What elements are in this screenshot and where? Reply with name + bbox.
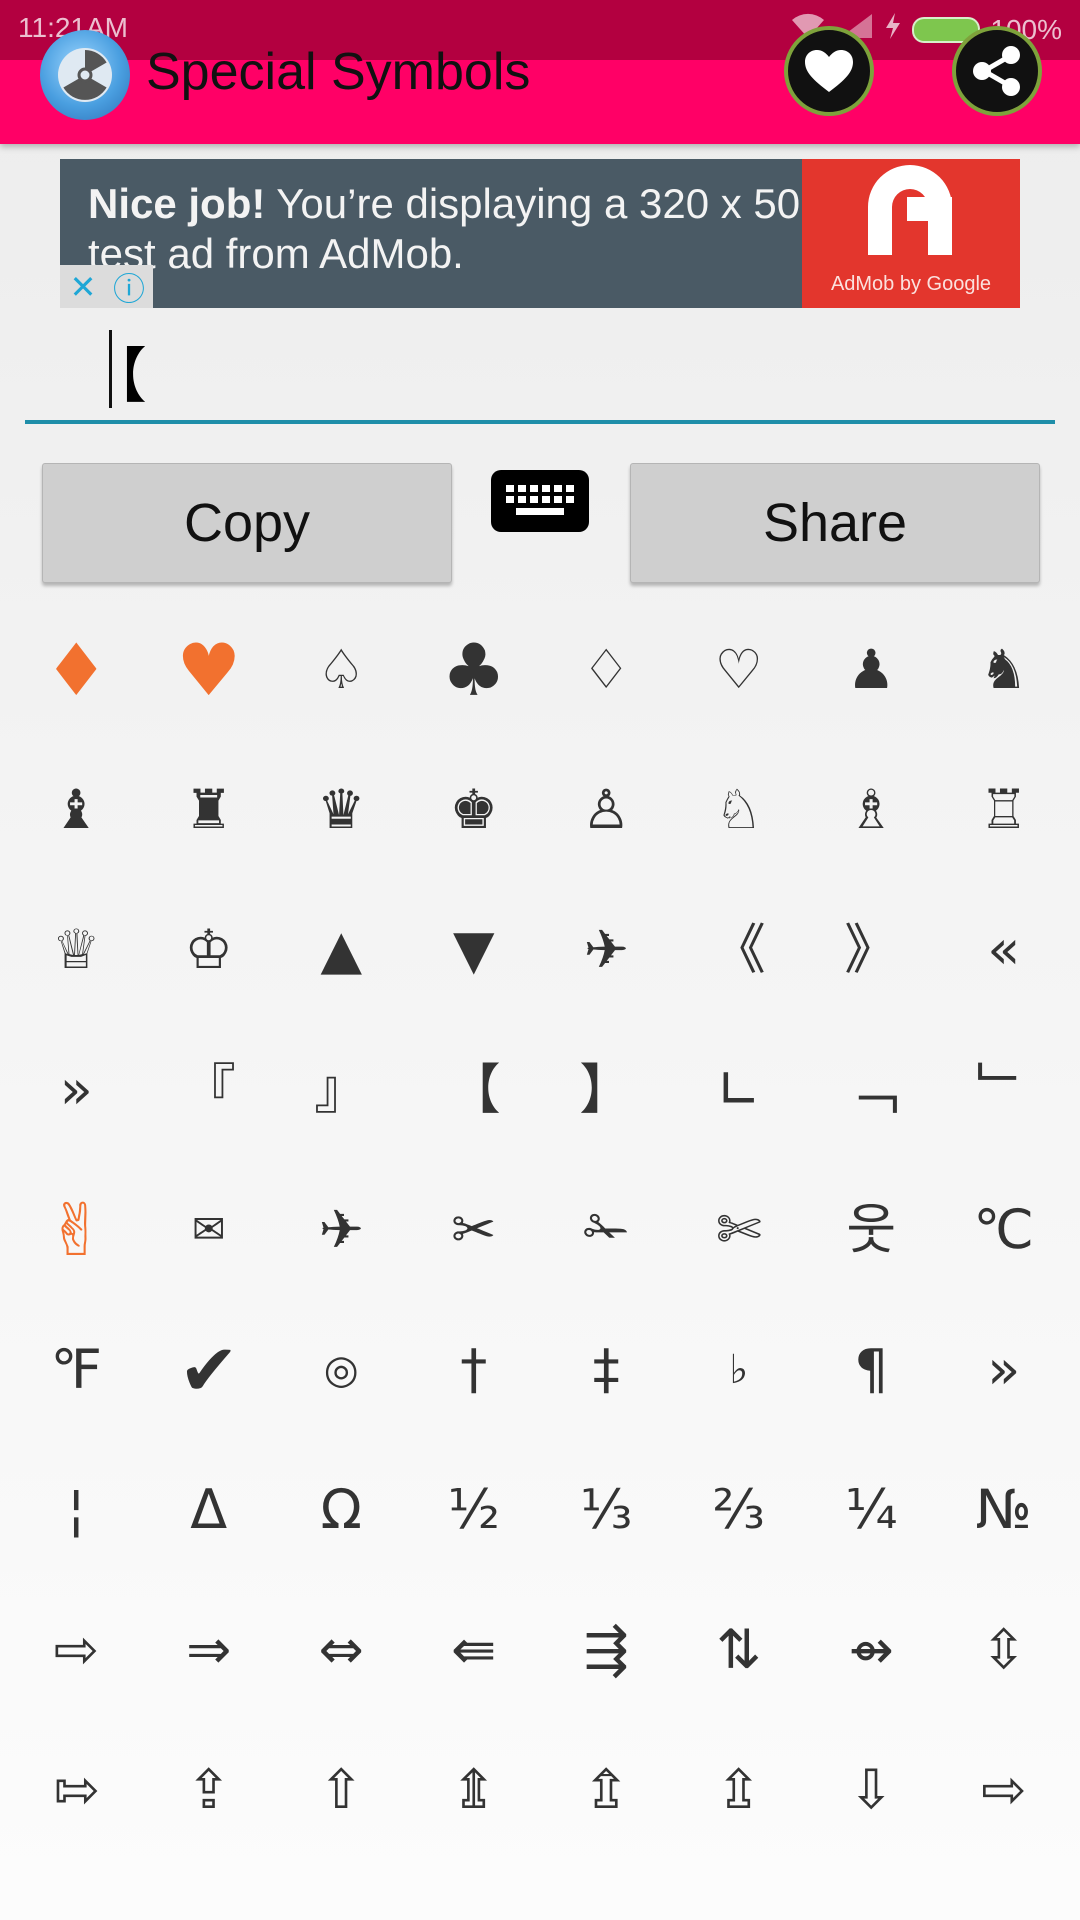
admob-logo-icon [868, 165, 952, 255]
symbol-cell[interactable]: ⇳ [938, 1580, 1071, 1720]
symbol-cell[interactable]: ♦ [10, 600, 143, 740]
copy-button[interactable]: Copy [42, 463, 452, 583]
symbol-cell[interactable]: » [938, 1300, 1071, 1440]
symbol-cell[interactable]: ♚ [408, 740, 541, 880]
symbol-cell[interactable]: ▲ [275, 880, 408, 1020]
admob-logo: AdMob by Google [802, 159, 1020, 308]
symbol-cell[interactable]: ⇨ [938, 1720, 1071, 1860]
symbol-cell[interactable]: ℉ [10, 1300, 143, 1440]
symbol-cell[interactable]: ♝ [10, 740, 143, 880]
symbol-cell[interactable]: ♣ [408, 600, 541, 740]
symbol-cell[interactable]: ⇅ [673, 1580, 806, 1720]
symbol-cell[interactable]: ✈ [275, 1160, 408, 1300]
symbol-cell[interactable]: ♜ [143, 740, 276, 880]
symbol-cell[interactable]: ✄ [673, 1160, 806, 1300]
favorite-button[interactable] [784, 26, 874, 116]
symbol-cell[interactable]: ⅔ [673, 1440, 806, 1580]
app-title: Special Symbols [146, 43, 531, 101]
symbol-cell[interactable]: ♭ [673, 1300, 806, 1440]
symbol-cell[interactable]: ♟ [805, 600, 938, 740]
share-app-button[interactable] [952, 26, 1042, 116]
symbol-input[interactable] [85, 330, 989, 412]
symbol-cell[interactable]: ﹁ [805, 1020, 938, 1160]
symbol-cell[interactable]: ⇭ [408, 1720, 541, 1860]
symbol-cell[interactable]: ✔ [143, 1300, 276, 1440]
symbol-cell[interactable]: ‡ [540, 1300, 673, 1440]
share-button[interactable]: Share [630, 463, 1040, 583]
symbol-cell[interactable]: ♢ [540, 600, 673, 740]
symbol-cell[interactable]: ♘ [673, 740, 806, 880]
symbol-cell[interactable]: ⅓ [540, 1440, 673, 1580]
symbol-cell[interactable]: 『 [143, 1020, 276, 1160]
symbol-cell[interactable]: ⇨ [10, 1580, 143, 1720]
symbol-cell[interactable]: ♖ [938, 740, 1071, 880]
symbol-cell[interactable]: ﹂ [938, 1020, 1071, 1160]
symbol-cell[interactable]: 】 [540, 1020, 673, 1160]
symbol-cell[interactable]: ¦ [10, 1440, 143, 1580]
share-icon [973, 46, 1020, 96]
symbol-cell[interactable]: † [408, 1300, 541, 1440]
symbol-grid: ♦ ♥ ♤ ♣ ♢ ♡ ♟ ♞ ♝ ♜ ♛ ♚ ♙ ♘ ♗ ♖ ♕ ♔ ▲ ▼ … [10, 600, 1070, 1860]
symbol-cell[interactable]: ½ [408, 1440, 541, 1580]
text-cursor [109, 330, 112, 408]
symbol-cell[interactable]: ✁ [540, 1160, 673, 1300]
ad-controls: ✕ ⓘ [60, 265, 153, 308]
symbol-cell[interactable]: № [938, 1440, 1071, 1580]
symbol-cell[interactable]: ⇚ [408, 1580, 541, 1720]
symbol-cell[interactable]: ∟ [673, 1020, 806, 1160]
symbol-cell[interactable]: » [10, 1020, 143, 1160]
ad-headline: Nice job! [88, 180, 266, 227]
symbol-cell[interactable]: ¶ [805, 1300, 938, 1440]
symbol-cell[interactable]: 》 [805, 880, 938, 1020]
symbol-cell[interactable]: 』 [275, 1020, 408, 1160]
symbol-cell[interactable]: ♕ [10, 880, 143, 1020]
ad-info-icon[interactable]: ⓘ [106, 265, 152, 308]
symbol-cell[interactable]: ♡ [673, 600, 806, 740]
symbol-cell[interactable]: ⇰ [10, 1720, 143, 1860]
symbol-cell[interactable]: 웃 [805, 1160, 938, 1300]
symbol-cell[interactable]: ⇩ [805, 1720, 938, 1860]
symbol-cell[interactable]: ¼ [805, 1440, 938, 1580]
symbol-cell[interactable]: ✌ [10, 1160, 143, 1300]
symbol-cell[interactable]: ♙ [540, 740, 673, 880]
symbol-cell[interactable]: ♤ [275, 600, 408, 740]
symbol-input-container [25, 320, 1055, 424]
ad-close-icon[interactable]: ✕ [60, 265, 106, 308]
symbol-cell[interactable]: ♞ [938, 600, 1071, 740]
symbol-cell[interactable]: ⇴ [805, 1580, 938, 1720]
symbol-cell[interactable]: ⇒ [143, 1580, 276, 1720]
symbol-cell[interactable]: 【 [408, 1020, 541, 1160]
app-logo-icon [40, 30, 130, 120]
symbol-cell[interactable]: ♥ [143, 600, 276, 740]
symbol-cell[interactable]: ◎ [275, 1300, 408, 1440]
symbol-cell[interactable]: ⇶ [540, 1580, 673, 1720]
symbol-cell[interactable]: ▼ [408, 880, 541, 1020]
keyboard-button[interactable] [491, 470, 589, 532]
ad-text: Nice job! You’re displaying a 320 x 50 t… [88, 179, 828, 279]
symbol-cell[interactable]: 《 [673, 880, 806, 1020]
symbol-cell[interactable]: ⇬ [540, 1720, 673, 1860]
keyboard-icon [506, 485, 574, 515]
symbol-cell[interactable]: ⇫ [673, 1720, 806, 1860]
symbol-cell[interactable]: ⇔ [275, 1580, 408, 1720]
charging-icon [884, 12, 902, 47]
symbol-cell[interactable]: ✈ [540, 880, 673, 1020]
heart-icon [805, 50, 853, 92]
symbol-cell[interactable]: ℃ [938, 1160, 1071, 1300]
symbol-cell[interactable]: ♛ [275, 740, 408, 880]
symbol-cell[interactable]: ✉ [143, 1160, 276, 1300]
symbol-cell[interactable]: ♔ [143, 880, 276, 1020]
symbol-cell[interactable]: ✂ [408, 1160, 541, 1300]
symbol-cell[interactable]: ♗ [805, 740, 938, 880]
ad-brand: AdMob by Google [830, 273, 992, 295]
symbol-cell[interactable]: Ω [275, 1440, 408, 1580]
symbol-cell[interactable]: ⇪ [143, 1720, 276, 1860]
symbol-cell[interactable]: « [938, 880, 1071, 1020]
ad-banner[interactable]: Nice job! You’re displaying a 320 x 50 t… [60, 159, 1020, 308]
symbol-cell[interactable]: Δ [143, 1440, 276, 1580]
symbol-cell[interactable]: ⇧ [275, 1720, 408, 1860]
